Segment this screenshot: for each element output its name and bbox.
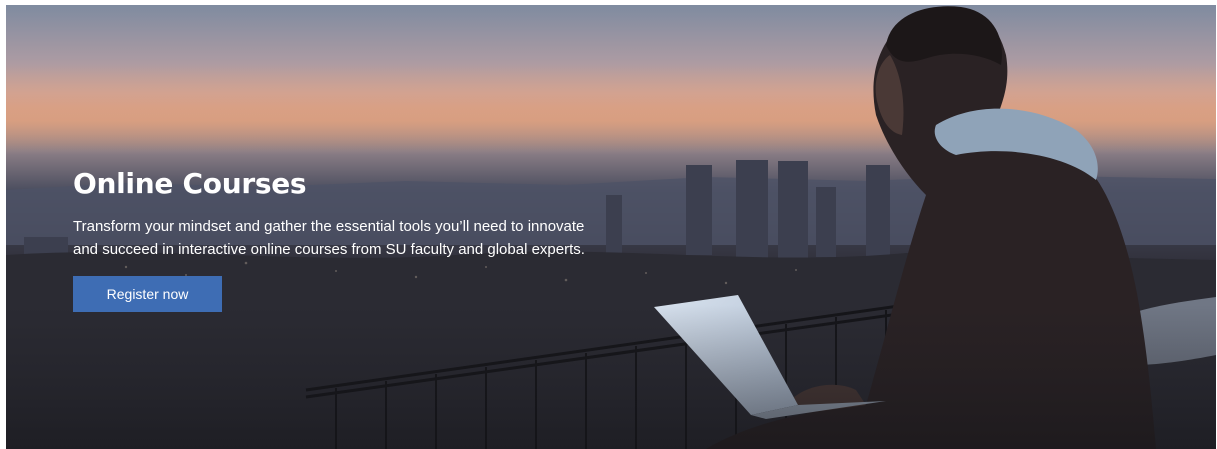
hero-description: Transform your mindset and gather the es…: [73, 218, 585, 258]
page-frame: Online Courses Transform your mindset an…: [0, 0, 1217, 449]
hero-content: Online Courses Transform your mindset an…: [73, 167, 633, 312]
hero-banner: Online Courses Transform your mindset an…: [6, 5, 1216, 449]
hero-title: Online Courses: [73, 167, 307, 200]
register-now-button[interactable]: Register now: [73, 276, 222, 312]
